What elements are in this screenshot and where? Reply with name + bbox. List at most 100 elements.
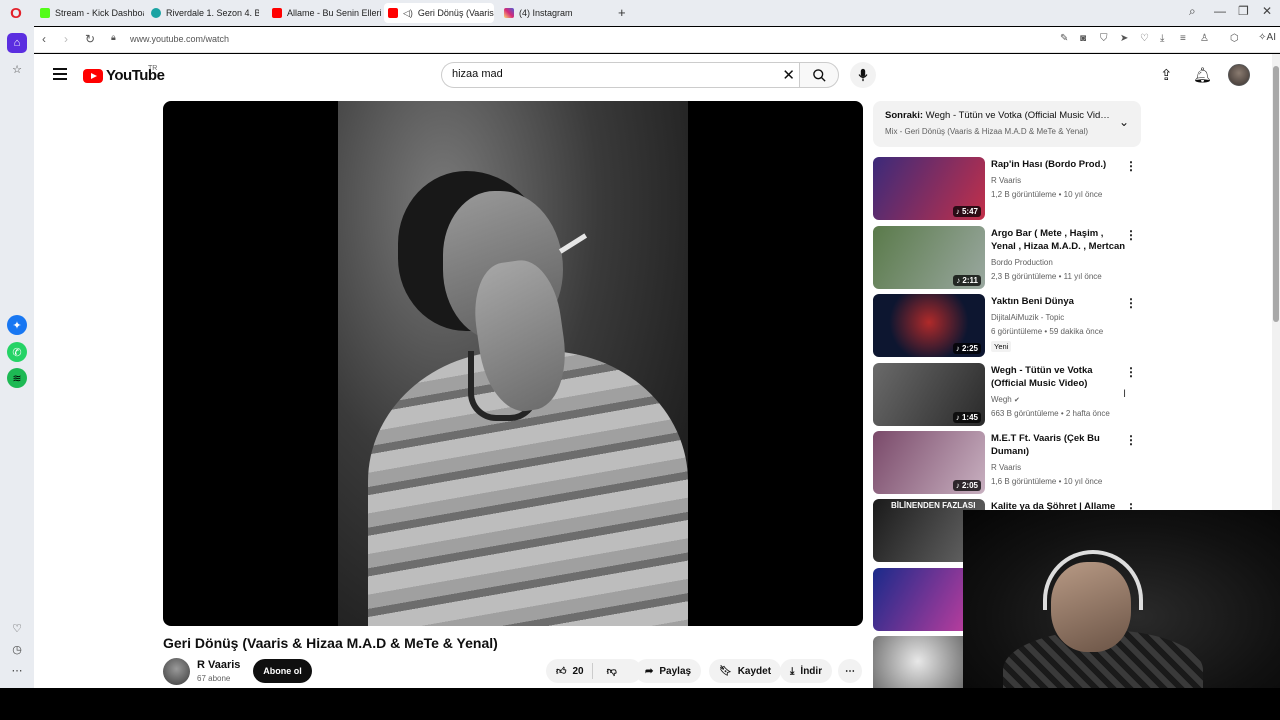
more-vertical-icon[interactable]: ⋮ [1125,433,1137,447]
ai-button[interactable]: ✧AI [1258,32,1276,43]
share-button[interactable]: ➦ Paylaş [635,659,702,683]
more-vertical-icon[interactable]: ⋮ [1125,159,1137,173]
kick-icon [40,8,50,18]
tab-label: Geri Dönüş (Vaaris & Hizaa [417,8,494,18]
up-next-panel[interactable]: Sonraki: Wegh - Tütün ve Votka (Official… [873,101,1141,147]
download-button[interactable]: ⤓ İndir [780,659,833,683]
browser-sidebar: ⌂ ☆ ✦ ✆ ≋ ♡ ◷ ⋯ [0,26,34,688]
spotify-icon[interactable]: ≋ [7,368,27,388]
recommendation-title[interactable]: Rap'in Hası (Bordo Prod.) [991,158,1126,171]
heart-icon[interactable]: ♡ [7,618,27,638]
youtube-icon [388,8,398,18]
tab-allame[interactable]: Allame - Bu Senin Ellerinde [268,3,382,23]
video-thumbnail[interactable]: ♪ 1:45 [873,363,985,426]
voice-search-button[interactable] [850,62,876,88]
recommendation-channel[interactable]: Wegh ✔ [991,395,1020,404]
tab-riverdale[interactable]: Riverdale 1. Sezon 4. Bölüm [147,3,259,23]
recommendation-meta: 2,3 B görüntüleme • 11 yıl önce [991,272,1102,281]
extension-icon[interactable]: ⬡ [1230,33,1239,44]
scrollbar-thumb[interactable] [1273,66,1279,322]
restore-icon[interactable]: ❐ [1238,4,1249,18]
star-icon[interactable]: ☆ [7,59,27,79]
subscribe-button[interactable]: Abone ol [253,659,312,683]
minimize-icon[interactable]: — [1214,4,1226,18]
recommendation-item[interactable]: ♪ 2:11 Argo Bar ( Mete , Haşim , Yenal ,… [873,226,1143,290]
close-icon[interactable]: ✕ [1262,4,1272,18]
up-next-label: Sonraki: [885,110,924,121]
browser-tab-bar: O Stream - Kick Dashboard Riverdale 1. S… [0,0,1280,26]
recommendation-channel[interactable]: Bordo Production [991,258,1053,267]
whatsapp-icon[interactable]: ✆ [7,342,27,362]
more-vertical-icon[interactable]: ⋮ [1125,228,1137,242]
notifications-bell-icon[interactable]: 🔔︎ [1193,66,1212,84]
site-icon [151,8,161,18]
clear-search-icon[interactable]: ✕ [782,66,795,84]
recommendation-item[interactable]: ♪ 2:05 M.E.T Ft. Vaaris (Çek Bu Dumanı) … [873,431,1143,495]
video-player[interactable] [163,101,863,626]
recommendation-title[interactable]: Argo Bar ( Mete , Haşim , Yenal , Hizaa … [991,227,1126,253]
more-vertical-icon[interactable]: ⋮ [1125,365,1137,379]
heart-icon[interactable]: ♡ [1140,33,1149,44]
instagram-icon [504,8,514,18]
new-tab-button[interactable]: + [618,5,626,20]
video-thumbnail[interactable]: ♪ 5:47 [873,157,985,220]
video-thumbnail[interactable]: ♪ 2:11 [873,226,985,289]
channel-avatar[interactable] [163,658,190,685]
tab-instagram[interactable]: (4) Instagram [500,3,610,23]
hamburger-menu-icon[interactable] [53,68,67,80]
messenger-icon[interactable]: ✦ [7,315,27,335]
save-button[interactable]: 🔖︎ Kaydet [709,659,782,683]
back-icon[interactable]: ‹ [42,32,46,46]
thumbs-up-icon: 👍︎ [556,666,567,677]
search-input[interactable] [452,68,762,80]
like-button[interactable]: 👍︎ 20 [546,663,593,679]
recommendation-title[interactable]: Yaktın Beni Dünya [991,295,1126,308]
home-icon[interactable]: ⌂ [7,33,27,53]
recommendation-meta: 1,2 B görüntüleme • 10 yıl önce [991,190,1103,199]
video-thumbnail[interactable]: ♪ 2:25 [873,294,985,357]
url-field[interactable]: www.youtube.com/watch [130,34,229,44]
channel-name[interactable]: R Vaaris [197,659,240,671]
save-label: Kaydet [737,665,772,677]
more-icon[interactable]: ⋯ [7,660,27,680]
send-icon[interactable]: ➤ [1120,33,1128,44]
tab-kick[interactable]: Stream - Kick Dashboard [36,3,144,23]
more-vertical-icon[interactable]: ⋮ [1125,296,1137,310]
new-badge: Yeni [991,341,1012,352]
recommendation-channel[interactable]: DijitalAiMuzik - Topic [991,313,1064,322]
tab-label: (4) Instagram [519,8,573,18]
up-next-video-title: Wegh - Tütün ve Votka (Official Music Vi… [925,110,1110,121]
dislike-button[interactable]: 👎︎ [599,665,625,677]
recommendation-meta: 6 görüntüleme • 59 dakika önce [991,327,1104,336]
text-cursor-icon: I [1123,388,1127,400]
menu-icon[interactable]: ≡ [1180,33,1186,44]
download-icon[interactable]: ⤓ [1160,33,1164,44]
share-label: Paylaş [659,665,692,677]
video-thumbnail[interactable]: ♪ 2:05 [873,431,985,494]
recommendation-channel[interactable]: R Vaaris [991,463,1021,472]
recommendation-meta: 663 B görüntüleme • 2 hafta önce [991,409,1110,418]
profile-icon[interactable]: ♙ [1200,33,1209,44]
recommendation-item[interactable]: ♪ 5:47 Rap'in Hası (Bordo Prod.) R Vaari… [873,157,1143,221]
tab-geri-donus[interactable]: ◁) Geri Dönüş (Vaaris & Hizaa [384,3,494,23]
reload-icon[interactable]: ↻ [85,32,95,46]
recommendation-channel[interactable]: R Vaaris [991,176,1021,185]
recommendation-item[interactable]: ♪ 1:45 Wegh - Tütün ve Votka (Official M… [873,363,1143,427]
microphone-icon [858,68,868,82]
recommendation-title[interactable]: Wegh - Tütün ve Votka (Official Music Vi… [991,364,1126,390]
recommendation-title[interactable]: M.E.T Ft. Vaaris (Çek Bu Dumanı) [991,432,1126,458]
search-button[interactable] [799,62,839,88]
more-actions-button[interactable]: ⋯ [838,659,862,683]
recommendation-item[interactable]: ♪ 2:25 Yaktın Beni Dünya DijitalAiMuzik … [873,294,1143,358]
edit-icon[interactable]: ✎ [1060,33,1068,44]
history-icon[interactable]: ◷ [7,639,27,659]
speaker-icon[interactable]: ◁) [403,8,413,19]
account-avatar[interactable] [1228,64,1250,86]
upload-icon[interactable]: ⇪ [1160,66,1173,84]
shield-icon[interactable]: ⛉ [1100,33,1108,44]
chevron-down-icon[interactable]: ⌄ [1119,115,1129,129]
forward-icon[interactable]: › [64,32,68,46]
search-tabs-icon[interactable]: ⌕ [1189,4,1196,19]
camera-icon[interactable]: ◙ [1080,33,1086,44]
opera-logo-icon[interactable]: O [6,4,26,24]
